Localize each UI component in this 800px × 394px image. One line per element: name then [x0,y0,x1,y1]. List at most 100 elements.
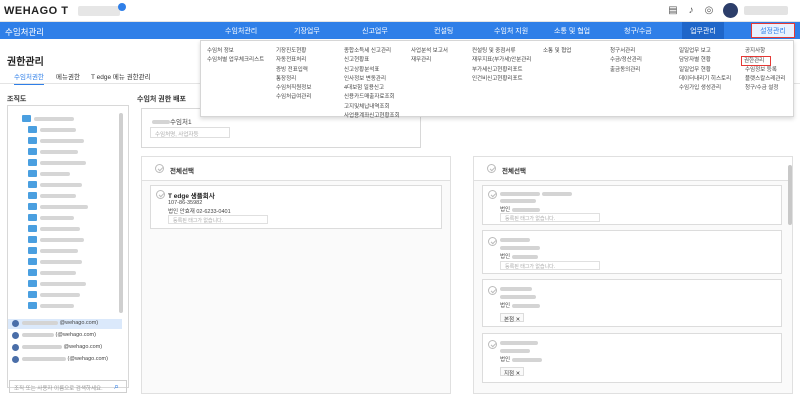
nav-title[interactable]: 수임처관리 [5,26,44,38]
right-scrollbar[interactable] [788,165,792,225]
card-check-icon[interactable] [488,190,497,199]
user-list-item[interactable]: @wehago.com) [8,343,122,353]
search-icon[interactable]: ⌕ [114,381,119,392]
select-all-check-icon[interactable] [487,164,496,173]
tag-chip[interactable]: 지점 ✕ [500,367,525,377]
mega-item[interactable]: 부가세신고현황리포트 [472,66,531,75]
memo-icon[interactable]: ▤ [667,5,679,17]
select-all-label[interactable]: 전체선택 [170,165,194,175]
mega-item[interactable]: 재무지표(부가세)안분관리 [472,56,531,65]
tree-node[interactable] [8,290,122,300]
mega-item[interactable]: 수금/정산관리 [610,56,642,65]
mega-item[interactable]: 공지사항 [745,47,785,56]
mega-item[interactable]: 컨설팅 및 중점서류 [472,47,531,56]
card-check-icon[interactable] [488,237,497,246]
mega-item[interactable]: 신용카드매출자료조회 [344,93,400,102]
tree-node[interactable] [8,268,122,278]
nav-item-settings[interactable]: 설정관리 [751,23,795,38]
settings-circle-icon[interactable]: ◎ [703,5,715,17]
mega-item[interactable]: 증빙 전표입력 [276,66,311,75]
card-tag-input[interactable]: 등록된 태그가 없습니다. [500,213,600,222]
card-tag-input[interactable]: 등록된 태그가 없습니다. [500,261,600,270]
select-all-label[interactable]: 전체선택 [502,165,526,175]
tree-node[interactable] [8,235,122,245]
mega-item[interactable]: 청구/수금 설정 [745,84,785,93]
mega-item[interactable]: 통장정리 [276,75,311,84]
mega-item[interactable]: 청구서관리 [610,47,642,56]
tree-node[interactable] [8,147,122,157]
user-list-item[interactable]: (@wehago.com) [8,355,122,365]
nav-item-bookkeeping[interactable]: 기장업무 [294,26,320,36]
tree-node[interactable] [8,114,122,124]
card-tag-input[interactable]: 등록된 태그가 없습니다. [168,215,268,224]
nav-item-collab[interactable]: 소통 및 협업 [554,26,590,36]
mega-item[interactable]: 수임처급여관리 [276,93,311,102]
tree-node[interactable] [8,202,122,212]
tree-node[interactable] [8,301,122,311]
nav-item-filing[interactable]: 신고업무 [362,26,388,36]
notification-bell-icon[interactable]: ♪ [685,5,697,17]
tree-node[interactable] [8,224,122,234]
mega-item[interactable]: 플랫스칼스레관리 [745,75,785,84]
tab-menu-permission[interactable]: 메뉴권한 [56,71,80,81]
mega-item[interactable]: 종합소득세 신고관리 [344,47,400,56]
tree-node[interactable] [8,191,122,201]
user-name[interactable] [744,6,788,15]
deploy-search-input[interactable]: 수임처명, 사업자등 [150,127,230,138]
wehago-logo[interactable]: WEHAGO T [4,5,69,17]
mega-item[interactable]: 재무관리 [411,56,448,65]
tree-node[interactable] [8,180,122,190]
card-check-icon[interactable] [488,340,497,349]
company-card[interactable]: 법인 등록된 태그가 없습니다. [482,185,782,225]
company-card[interactable]: 법인 본점 ✕ [482,279,782,327]
user-list-item[interactable]: (@wehago.com) [8,331,122,341]
select-all-check-icon[interactable] [155,164,164,173]
mega-item[interactable]: 사업용계좌신고현황조회 [344,112,400,121]
mega-item[interactable]: 신고상황분석표 [344,66,400,75]
tab-tedge-menu-permission[interactable]: T edge 메뉴 권한관리 [91,71,151,81]
mega-item[interactable]: 출금동의관리 [610,66,642,75]
mega-item[interactable]: 수임정보 등록 [745,66,785,75]
tag-chip[interactable]: 본점 ✕ [500,313,525,323]
nav-item-client-support[interactable]: 수임처 지원 [494,26,528,36]
mega-item[interactable]: 수임처 정보 [207,47,264,56]
mega-item[interactable]: 사업분석 보고서 [411,47,448,56]
tree-node[interactable] [8,158,122,168]
mega-item[interactable]: 소통 및 협업 [543,47,571,56]
tree-node[interactable] [8,136,122,146]
remove-tag-icon[interactable]: ✕ [516,317,521,323]
tree-node[interactable] [8,169,122,179]
user-list-item[interactable]: @wehago.com) [8,319,122,329]
mega-item[interactable]: 수임처직원정보 [276,84,311,93]
user-avatar[interactable] [723,3,738,18]
mega-item[interactable]: 자동전표처리 [276,56,311,65]
card-check-icon[interactable] [488,286,497,295]
tree-node[interactable] [8,279,122,289]
nav-item-consulting[interactable]: 컨설팅 [434,26,453,36]
mega-item[interactable]: 인사정보 변동관리 [344,75,400,84]
tree-node[interactable] [8,257,122,267]
mega-item[interactable]: 담당자별 현황 [679,56,731,65]
card-check-icon[interactable] [156,190,165,199]
nav-item-billing[interactable]: 청구/수금 [624,26,652,36]
company-selector[interactable] [78,6,120,16]
mega-item[interactable]: 기장진도현황 [276,47,311,56]
mega-item[interactable]: 수임처별 업무체크리스트 [207,56,264,65]
mega-item[interactable]: 인건비신고현황리포트 [472,75,531,84]
company-card[interactable]: 법인 등록된 태그가 없습니다. [482,230,782,274]
tree-node[interactable] [8,125,122,135]
mega-item-permission-mgmt[interactable]: 권한관리 [741,56,771,66]
nav-item-work-mgmt[interactable]: 업무관리 [682,22,724,39]
mega-item[interactable]: 데이터내리기 히스토리 [679,75,731,84]
org-scrollbar[interactable] [119,113,123,313]
tree-node[interactable] [8,213,122,223]
mega-item[interactable]: 4대보험 일용신고 [344,84,400,93]
org-search-input[interactable]: 조직 또는 사용자 이름으로 검색하세요. [9,380,127,393]
mega-item[interactable]: 신고현황표 [344,56,400,65]
remove-tag-icon[interactable]: ✕ [516,371,521,377]
mega-item[interactable]: 일일업무 보고 [679,47,731,56]
company-card[interactable]: 법인 지점 ✕ [482,333,782,383]
company-card[interactable]: T edge 생플회사 107-86-35982 법인 안효재 02-6233-… [150,185,442,229]
tree-node[interactable] [8,246,122,256]
mega-item[interactable]: 일일업무 현황 [679,66,731,75]
